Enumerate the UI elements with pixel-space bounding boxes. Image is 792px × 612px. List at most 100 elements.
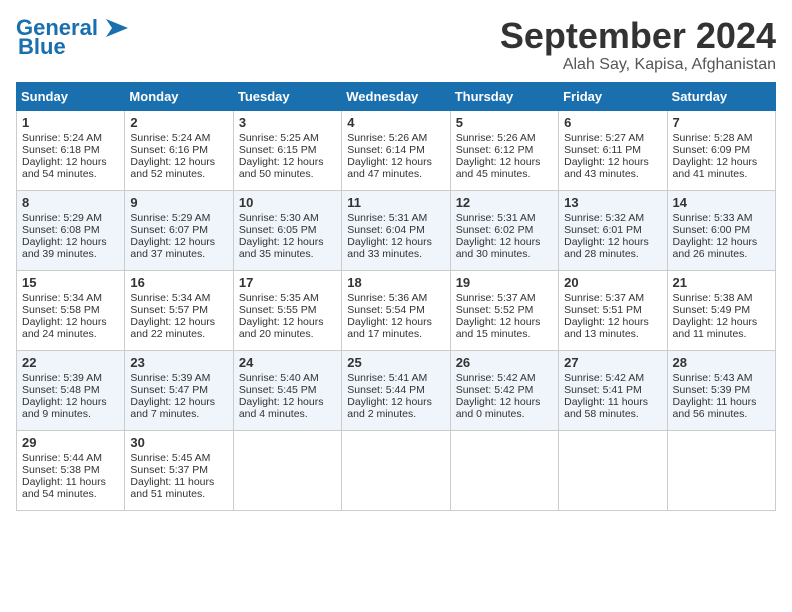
day-number: 24: [239, 355, 336, 370]
sunrise-text: Sunrise: 5:28 AM: [673, 132, 770, 144]
header-day-saturday: Saturday: [667, 82, 775, 110]
daylight-text: Daylight: 12 hours and 28 minutes.: [564, 236, 661, 260]
day-number: 5: [456, 115, 553, 130]
sunset-text: Sunset: 5:48 PM: [22, 384, 119, 396]
sunset-text: Sunset: 5:45 PM: [239, 384, 336, 396]
week-row-2: 8Sunrise: 5:29 AMSunset: 6:08 PMDaylight…: [17, 190, 776, 270]
day-number: 29: [22, 435, 119, 450]
day-number: 22: [22, 355, 119, 370]
daylight-text: Daylight: 12 hours and 41 minutes.: [673, 156, 770, 180]
sunrise-text: Sunrise: 5:45 AM: [130, 452, 227, 464]
sunrise-text: Sunrise: 5:35 AM: [239, 292, 336, 304]
calendar-cell: 3 Sunrise: 5:25 AMSunset: 6:15 PMDaylight…: [233, 110, 341, 190]
week-row-3: 15Sunrise: 5:34 AMSunset: 5:58 PMDayligh…: [17, 270, 776, 350]
sunset-text: Sunset: 6:08 PM: [22, 224, 119, 236]
daylight-text: Daylight: 12 hours and 2 minutes.: [347, 396, 444, 420]
sunrise-text: Sunrise: 5:33 AM: [673, 212, 770, 224]
day-number: 12: [456, 195, 553, 210]
week-row-5: 29Sunrise: 5:44 AMSunset: 5:38 PMDayligh…: [17, 430, 776, 510]
sunset-text: Sunset: 5:37 PM: [130, 464, 227, 476]
sunrise-text: Sunrise: 5:34 AM: [130, 292, 227, 304]
calendar-cell: 30Sunrise: 5:45 AMSunset: 5:37 PMDayligh…: [125, 430, 233, 510]
sunset-text: Sunset: 6:01 PM: [564, 224, 661, 236]
daylight-text: Daylight: 12 hours and 0 minutes.: [456, 396, 553, 420]
day-number: 4: [347, 115, 444, 130]
day-number: 28: [673, 355, 770, 370]
day-number: 20: [564, 275, 661, 290]
sunrise-text: Sunrise: 5:31 AM: [456, 212, 553, 224]
day-number: 21: [673, 275, 770, 290]
daylight-text: Daylight: 11 hours and 58 minutes.: [564, 396, 661, 420]
day-number: 9: [130, 195, 227, 210]
sunrise-text: Sunrise: 5:42 AM: [564, 372, 661, 384]
calendar-cell: 10Sunrise: 5:30 AMSunset: 6:05 PMDayligh…: [233, 190, 341, 270]
sunset-text: Sunset: 5:38 PM: [22, 464, 119, 476]
sunset-text: Sunset: 5:49 PM: [673, 304, 770, 316]
calendar-cell: 6Sunrise: 5:27 AMSunset: 6:11 PMDaylight…: [559, 110, 667, 190]
daylight-text: Daylight: 12 hours and 37 minutes.: [130, 236, 227, 260]
sunrise-text: Sunrise: 5:37 AM: [456, 292, 553, 304]
daylight-text: Daylight: 12 hours and 9 minutes.: [22, 396, 119, 420]
day-number: 13: [564, 195, 661, 210]
day-number: 16: [130, 275, 227, 290]
week-row-4: 22Sunrise: 5:39 AMSunset: 5:48 PMDayligh…: [17, 350, 776, 430]
sunset-text: Sunset: 6:05 PM: [239, 224, 336, 236]
sunset-text: Sunset: 5:51 PM: [564, 304, 661, 316]
month-title: September 2024: [500, 16, 776, 56]
calendar-cell: 4Sunrise: 5:26 AMSunset: 6:14 PMDaylight…: [342, 110, 450, 190]
sunrise-text: Sunrise: 5:39 AM: [22, 372, 119, 384]
calendar-cell: 20Sunrise: 5:37 AMSunset: 5:51 PMDayligh…: [559, 270, 667, 350]
sunset-text: Sunset: 5:44 PM: [347, 384, 444, 396]
sunrise-text: Sunrise: 5:41 AM: [347, 372, 444, 384]
location-title: Alah Say, Kapisa, Afghanistan: [500, 56, 776, 74]
calendar-cell: 25 Sunrise: 5:41 AMSunset: 5:44 PMDayligh…: [342, 350, 450, 430]
daylight-text: Daylight: 12 hours and 33 minutes.: [347, 236, 444, 260]
daylight-text: Daylight: 12 hours and 39 minutes.: [22, 236, 119, 260]
daylight-text: Daylight: 12 hours and 30 minutes.: [456, 236, 553, 260]
sunrise-text: Sunrise: 5:29 AM: [130, 212, 227, 224]
sunset-text: Sunset: 6:18 PM: [22, 144, 119, 156]
calendar-cell: 26Sunrise: 5:42 AMSunset: 5:42 PMDayligh…: [450, 350, 558, 430]
calendar-cell: [450, 430, 558, 510]
sunrise-text: Sunrise: 5:38 AM: [673, 292, 770, 304]
sunrise-text: Sunrise: 5:36 AM: [347, 292, 444, 304]
daylight-text: Daylight: 12 hours and 45 minutes.: [456, 156, 553, 180]
sunrise-text: Sunrise: 5:25 AM: [239, 132, 336, 144]
sunset-text: Sunset: 5:57 PM: [130, 304, 227, 316]
calendar-cell: 1Sunrise: 5:24 AMSunset: 6:18 PMDaylight…: [17, 110, 125, 190]
calendar-cell: 24Sunrise: 5:40 AMSunset: 5:45 PMDayligh…: [233, 350, 341, 430]
daylight-text: Daylight: 12 hours and 52 minutes.: [130, 156, 227, 180]
daylight-text: Daylight: 12 hours and 22 minutes.: [130, 316, 227, 340]
day-number: 27: [564, 355, 661, 370]
sunrise-text: Sunrise: 5:26 AM: [347, 132, 444, 144]
logo: General Blue: [16, 16, 128, 58]
day-number: 23: [130, 355, 227, 370]
calendar-cell: 11Sunrise: 5:31 AMSunset: 6:04 PMDayligh…: [342, 190, 450, 270]
calendar-cell: 5Sunrise: 5:26 AMSunset: 6:12 PMDaylight…: [450, 110, 558, 190]
calendar-cell: 22 Sunrise: 5:39 AMSunset: 5:48 PMDayligh…: [17, 350, 125, 430]
day-number: 8: [22, 195, 119, 210]
calendar-cell: 8Sunrise: 5:29 AMSunset: 6:08 PMDaylight…: [17, 190, 125, 270]
day-number: 25: [347, 355, 444, 370]
calendar-cell: 9Sunrise: 5:29 AMSunset: 6:07 PMDaylight…: [125, 190, 233, 270]
sunset-text: Sunset: 6:15 PM: [239, 144, 336, 156]
sunset-text: Sunset: 5:58 PM: [22, 304, 119, 316]
daylight-text: Daylight: 12 hours and 50 minutes.: [239, 156, 336, 180]
day-number: 19: [456, 275, 553, 290]
daylight-text: Daylight: 11 hours and 54 minutes.: [22, 476, 119, 500]
sunset-text: Sunset: 6:14 PM: [347, 144, 444, 156]
sunrise-text: Sunrise: 5:32 AM: [564, 212, 661, 224]
sunset-text: Sunset: 6:00 PM: [673, 224, 770, 236]
day-number: 11: [347, 195, 444, 210]
sunrise-text: Sunrise: 5:34 AM: [22, 292, 119, 304]
daylight-text: Daylight: 12 hours and 26 minutes.: [673, 236, 770, 260]
sunset-text: Sunset: 6:12 PM: [456, 144, 553, 156]
sunset-text: Sunset: 6:11 PM: [564, 144, 661, 156]
daylight-text: Daylight: 12 hours and 24 minutes.: [22, 316, 119, 340]
header-row: SundayMondayTuesdayWednesdayThursdayFrid…: [17, 82, 776, 110]
day-number: 18: [347, 275, 444, 290]
day-number: 3: [239, 115, 336, 130]
sunrise-text: Sunrise: 5:24 AM: [22, 132, 119, 144]
calendar-cell: [559, 430, 667, 510]
calendar-cell: 16 Sunrise: 5:34 AMSunset: 5:57 PMDayligh…: [125, 270, 233, 350]
